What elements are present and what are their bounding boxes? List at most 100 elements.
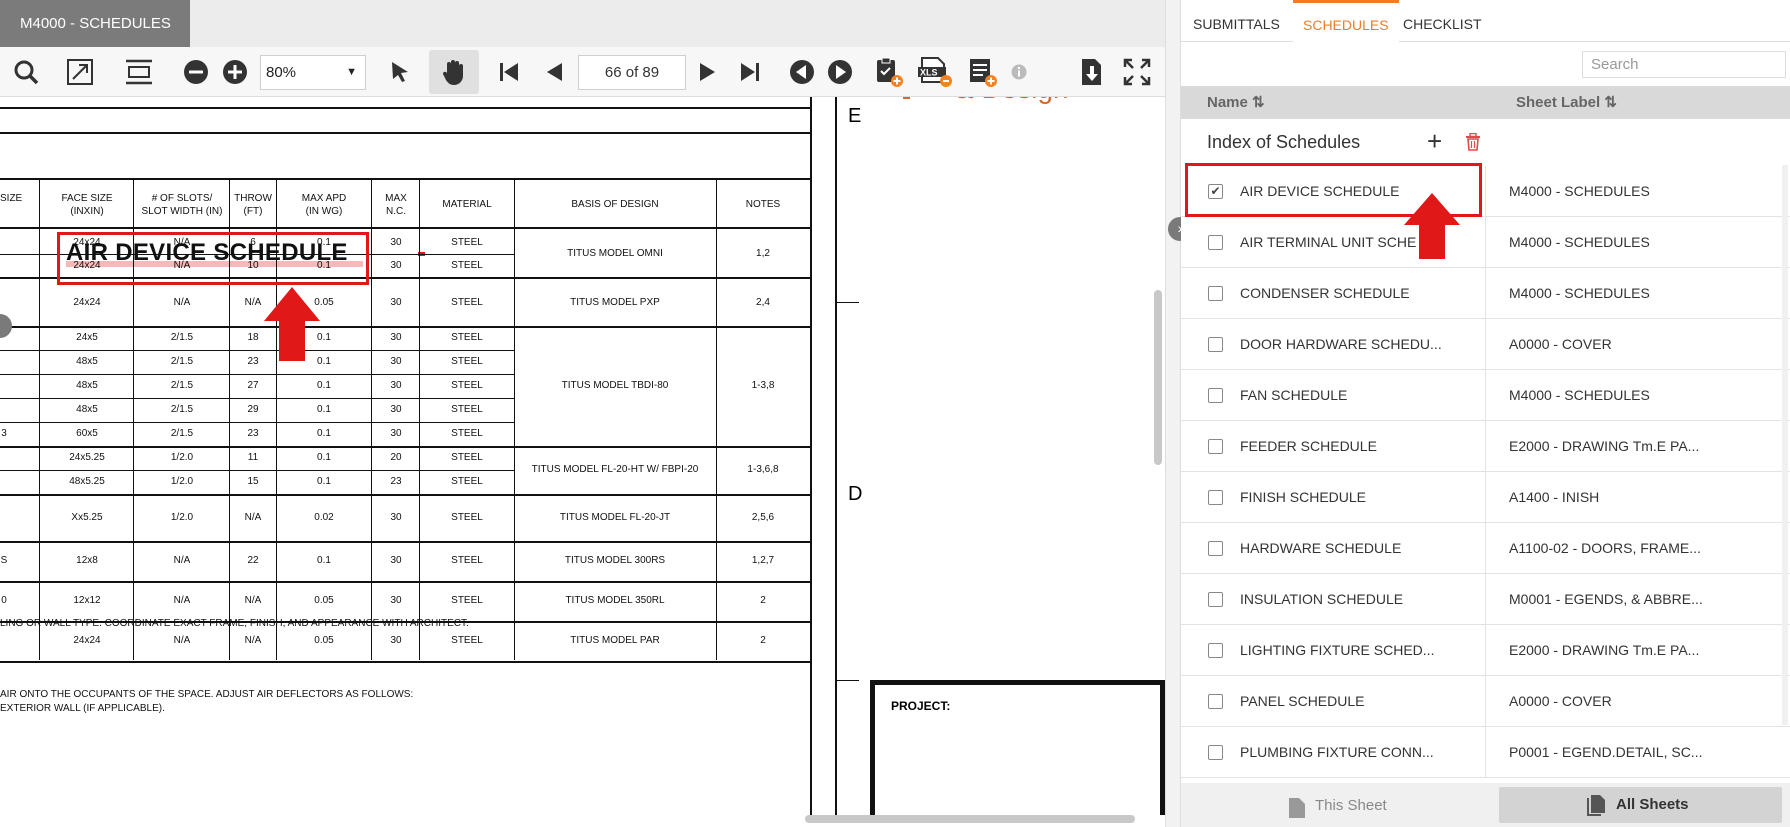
info-icon[interactable]: [1009, 55, 1029, 89]
cell-material: STEEL: [451, 260, 483, 271]
frame-line: [810, 97, 812, 815]
list-item[interactable]: AIR TERMINAL UNIT SCHE M4000 - SCHEDULES: [1181, 217, 1790, 268]
sheet-tab[interactable]: M4000 - SCHEDULES: [0, 0, 190, 47]
all-sheets-button[interactable]: All Sheets: [1499, 787, 1782, 823]
trash-icon[interactable]: [1465, 133, 1481, 151]
column-divider: [1485, 217, 1486, 268]
this-sheet-label: This Sheet: [1315, 797, 1387, 814]
row-checkbox[interactable]: [1208, 643, 1223, 658]
sheet-label: M4000 - SCHEDULES: [1509, 234, 1650, 250]
cell-material: STEEL: [451, 297, 483, 308]
column-name-sort[interactable]: Name ⇅: [1207, 86, 1265, 119]
row-checkbox[interactable]: [1208, 541, 1223, 556]
select-pointer-icon[interactable]: [385, 55, 415, 89]
panel-divider[interactable]: [1165, 0, 1181, 827]
sheet-label: A1100-02 - DOORS, FRAME...: [1509, 540, 1701, 556]
row-checkbox[interactable]: [1208, 388, 1223, 403]
cell-basis-of-design: TITUS MODEL FL-20-JT: [559, 512, 671, 523]
this-sheet-button[interactable]: This Sheet: [1288, 789, 1408, 823]
header-notes: NOTES: [745, 199, 781, 210]
list-item[interactable]: HARDWARE SCHEDULE A1100-02 - DOORS, FRAME…: [1181, 523, 1790, 574]
row-checkbox[interactable]: [1208, 490, 1223, 505]
cell-max-nc: 23: [390, 476, 402, 487]
page-number-input[interactable]: 66 of 89: [578, 55, 686, 90]
row-checkbox[interactable]: [1208, 439, 1223, 454]
download-icon[interactable]: [1077, 55, 1107, 89]
cell-throw: 22: [247, 555, 259, 566]
cell-max-apd: 0.1: [317, 404, 331, 415]
collapse-left-handle[interactable]: [0, 314, 12, 338]
panel-scrollbar[interactable]: [1782, 165, 1788, 725]
first-page-icon[interactable]: [496, 55, 522, 89]
cell-max-apd: 0.1: [317, 476, 331, 487]
chevron-down-icon: ▼: [346, 66, 357, 78]
fullscreen-icon[interactable]: [1121, 55, 1153, 89]
column-sheet-label-sort[interactable]: Sheet Label ⇅: [1516, 86, 1617, 119]
last-page-icon[interactable]: [737, 55, 763, 89]
pages-icon: [1587, 795, 1605, 816]
list-item[interactable]: FINISH SCHEDULE A1400 - INISH: [1181, 472, 1790, 523]
history-forward-icon[interactable]: [826, 55, 854, 89]
list-item[interactable]: CONDENSER SCHEDULE M4000 - SCHEDULES: [1181, 268, 1790, 319]
hand-pan-icon[interactable]: [437, 55, 471, 89]
zoom-select[interactable]: 80% ▼: [260, 55, 366, 90]
add-checklist-icon[interactable]: [872, 55, 906, 89]
zoom-out-icon[interactable]: [181, 55, 211, 89]
export-xls-icon[interactable]: XLS: [916, 55, 954, 89]
list-item[interactable]: LIGHTING FIXTURE SCHED... E2000 - DRAWING…: [1181, 625, 1790, 676]
row-checkbox[interactable]: [1208, 235, 1223, 250]
cell-size-partial: 3: [1, 428, 7, 439]
history-back-icon[interactable]: [788, 55, 816, 89]
cell-notes: 2,4: [756, 297, 770, 308]
fit-page-icon[interactable]: [64, 55, 96, 89]
schedule-name: FAN SCHEDULE: [1240, 387, 1348, 403]
list-item[interactable]: INSULATION SCHEDULE M0001 - EGENDS, & ABB…: [1181, 574, 1790, 625]
column-divider: [1485, 676, 1486, 727]
list-item[interactable]: PANEL SCHEDULE A0000 - COVER: [1181, 676, 1790, 727]
cell-notes: 1,2,7: [751, 555, 775, 566]
cell-notes: 1-3,6,8: [747, 464, 779, 475]
list-item[interactable]: FEEDER SCHEDULE E2000 - DRAWING Tm.E PA..…: [1181, 421, 1790, 472]
row-checkbox[interactable]: [1208, 694, 1223, 709]
cell-material: STEEL: [451, 380, 483, 391]
sheet-label: M4000 - SCHEDULES: [1509, 183, 1650, 199]
row-checkbox[interactable]: [1208, 592, 1223, 607]
tab-checklist[interactable]: CHECKLIST: [1403, 0, 1482, 42]
cell-max-apd: 0.1: [317, 428, 331, 439]
prev-page-icon[interactable]: [541, 55, 567, 89]
cell-basis-of-design: TITUS MODEL 300RS: [564, 555, 666, 566]
add-icon[interactable]: +: [1427, 128, 1442, 154]
header-material: MATERIAL: [442, 199, 492, 210]
list-item[interactable]: PLUMBING FIXTURE CONN... P0001 - EGEND.DE…: [1181, 727, 1790, 778]
column-divider: [1485, 268, 1486, 319]
cell-slots: 2/1.5: [170, 380, 194, 391]
cell-face-size: 48x5: [76, 380, 98, 391]
sheet-label: E2000 - DRAWING Tm.E PA...: [1509, 438, 1700, 454]
tab-submittals[interactable]: SUBMITTALS: [1193, 0, 1280, 42]
table-line: [0, 661, 812, 663]
cell-slots: 1/2.0: [170, 512, 194, 523]
row-checkbox[interactable]: [1208, 745, 1223, 760]
table-line: [0, 178, 812, 180]
zoom-in-icon[interactable]: [220, 55, 250, 89]
schedule-name: FEEDER SCHEDULE: [1240, 438, 1377, 454]
list-item[interactable]: DOOR HARDWARE SCHEDU... A0000 - COVER: [1181, 319, 1790, 370]
grid-label-e: E: [848, 105, 862, 127]
row-checkbox[interactable]: [1208, 337, 1223, 352]
header-basis: BASIS OF DESIGN: [571, 199, 659, 210]
tab-schedules[interactable]: SCHEDULES: [1293, 0, 1399, 42]
list-item[interactable]: FAN SCHEDULE M4000 - SCHEDULES: [1181, 370, 1790, 421]
search-icon[interactable]: [10, 55, 42, 89]
horizontal-scrollbar[interactable]: [805, 815, 1135, 823]
cell-max-apd: 0.1: [317, 452, 331, 463]
search-input[interactable]: Search: [1582, 51, 1786, 78]
cell-face-size: Xx5.25: [71, 512, 103, 523]
add-schedule-icon[interactable]: [966, 55, 1000, 89]
row-checkbox[interactable]: [1208, 286, 1223, 301]
cell-basis-of-design: TITUS MODEL PXP: [570, 297, 660, 308]
vertical-scrollbar[interactable]: [1154, 290, 1162, 465]
next-page-icon[interactable]: [695, 55, 721, 89]
column-divider: [1485, 472, 1486, 523]
fit-width-icon[interactable]: [122, 55, 156, 89]
schedule-name: FINISH SCHEDULE: [1240, 489, 1367, 505]
